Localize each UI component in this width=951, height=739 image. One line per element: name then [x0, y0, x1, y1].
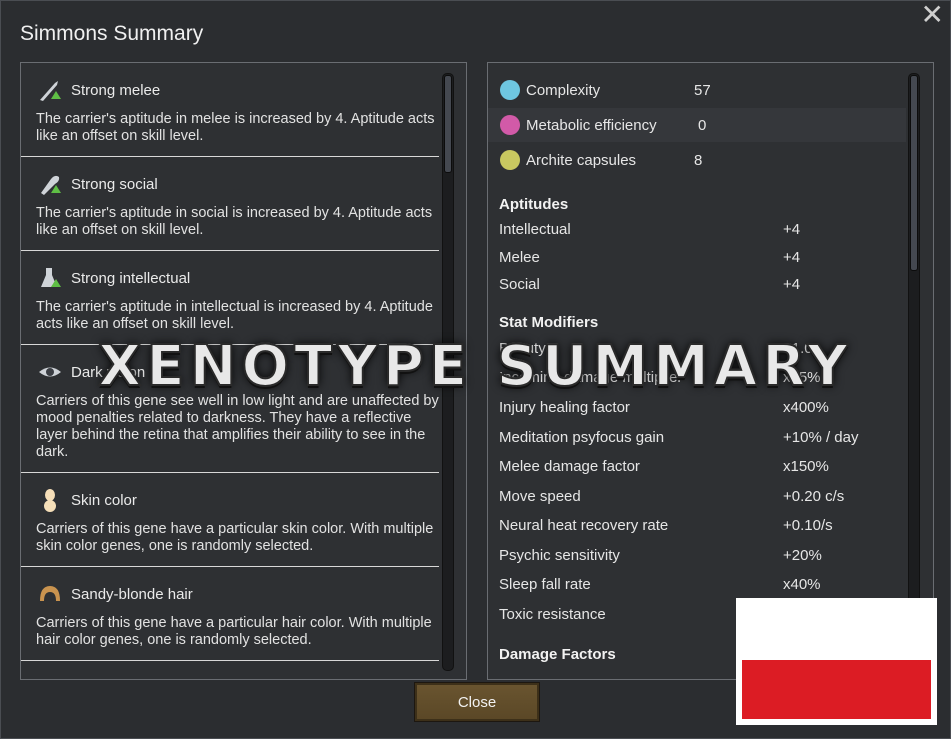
social-arrow-icon: [37, 171, 63, 197]
close-button[interactable]: Close: [414, 682, 540, 722]
window-title: Simmons Summary: [20, 22, 204, 45]
aptitude-row: Melee +4: [499, 249, 801, 266]
modifier-row: Neural heat recovery rate +0.10/s: [499, 517, 833, 534]
close-window-icon[interactable]: ✕: [921, 1, 944, 29]
stat-value: 57: [694, 81, 711, 99]
gene-name: Strong melee: [71, 81, 161, 99]
gene-description: Carriers of this gene see well in low li…: [36, 393, 439, 460]
gene-item[interactable]: Strong social The carrier's aptitude in …: [21, 157, 439, 251]
stat-label: Metabolic efficiency: [526, 116, 657, 134]
modifier-row: Melee damage factor x150%: [499, 458, 829, 475]
gene-item[interactable]: Skin color Carriers of this gene have a …: [21, 473, 439, 567]
gene-name: Sandy-blonde hair: [71, 585, 193, 603]
stat-row-archite: Archite capsules 8: [488, 143, 906, 177]
modifier-row: Move speed +0.20 c/s: [499, 488, 845, 505]
modifier-row: Psychic sensitivity +20%: [499, 547, 822, 564]
skin-color-icon: [37, 487, 63, 513]
gene-description: Carriers of this gene have a particular …: [36, 521, 434, 554]
complexity-icon: [500, 80, 520, 100]
gene-name: Strong intellectual: [71, 269, 191, 287]
gene-item[interactable]: Sandy-blonde hair Carriers of this gene …: [21, 567, 439, 661]
modifier-row: Meditation psyfocus gain +10% / day: [499, 429, 859, 446]
genes-scrollbar-thumb[interactable]: [444, 75, 452, 173]
archite-capsule-icon: [500, 150, 520, 170]
overlay-title: XENOTYPE SUMMARY: [97, 333, 853, 400]
modifier-row: Sleep fall rate x40%: [499, 576, 821, 593]
flag-white-stripe: [742, 604, 931, 660]
stat-row-complexity: Complexity 57: [488, 73, 906, 107]
stat-row-metabolic: Metabolic efficiency 0: [488, 108, 906, 142]
gene-description: Carriers of this gene have a particular …: [36, 615, 432, 648]
stat-label: Complexity: [526, 81, 601, 99]
melee-sword-arrow-icon: [37, 77, 63, 103]
gene-description: The carrier's aptitude in intellectual i…: [36, 299, 433, 332]
gene-item[interactable]: Strong intellectual The carrier's aptitu…: [21, 251, 439, 345]
aptitudes-heading: Aptitudes: [499, 196, 569, 213]
aptitude-row: Intellectual +4: [499, 221, 801, 238]
gene-name: Skin color: [71, 491, 137, 509]
aptitude-row: Social +4: [499, 276, 801, 293]
stat-value: 8: [694, 151, 703, 169]
hair-icon: [37, 581, 63, 607]
modifier-row: Injury healing factor x400%: [499, 399, 829, 416]
flag-red-stripe: [742, 660, 931, 719]
gene-name: Strong social: [71, 175, 158, 193]
damage-factors-heading: Damage Factors: [499, 646, 616, 663]
poland-flag-icon: [736, 598, 937, 725]
flask-arrow-icon: [37, 265, 63, 291]
gene-item[interactable]: Strong melee The carrier's aptitude in m…: [21, 63, 439, 157]
gene-description: The carrier's aptitude in melee is incre…: [36, 111, 435, 144]
stat-value: 0: [698, 116, 707, 134]
gene-description: The carrier's aptitude in social is incr…: [36, 205, 433, 238]
stat-modifiers-heading: Stat Modifiers: [499, 314, 599, 331]
stats-scrollbar-thumb[interactable]: [910, 75, 918, 271]
metabolic-icon: [500, 115, 520, 135]
stat-label: Archite capsules: [526, 151, 637, 169]
